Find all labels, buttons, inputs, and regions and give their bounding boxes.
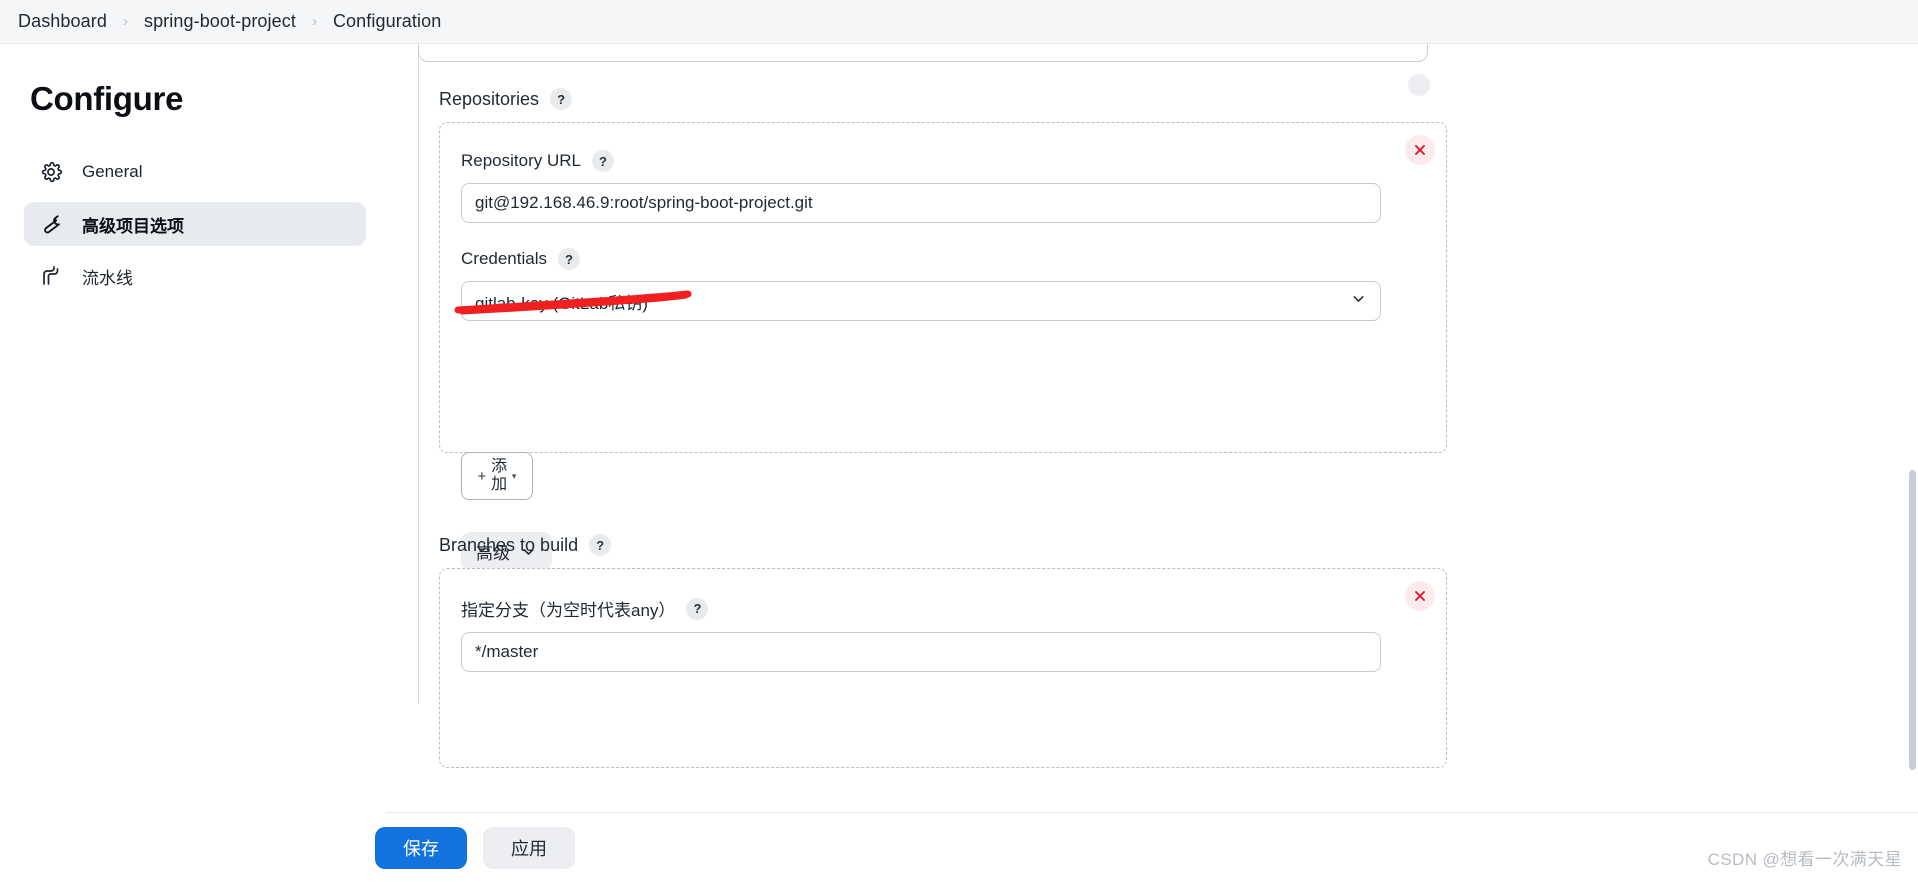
sidebar-item-general[interactable]: General <box>24 150 366 194</box>
branch-specifier-label: 指定分支（为空时代表any） <box>461 596 675 621</box>
branch-block: 指定分支（为空时代表any） ? <box>439 568 1447 768</box>
breadcrumb-separator-icon: › <box>300 13 329 30</box>
breadcrumb-item-configuration[interactable]: Configuration <box>329 11 445 32</box>
add-credentials-label-line2: 加 <box>490 477 508 494</box>
sidebar-item-advanced-project-options[interactable]: 高级项目选项 <box>24 202 366 246</box>
watermark: CSDN @想看一次满天星 <box>1708 845 1902 870</box>
branch-specifier-input[interactable] <box>461 632 1381 672</box>
help-icon[interactable]: ? <box>558 248 580 270</box>
main-content: Repositories ? Repository URL ? <box>386 44 1918 882</box>
branch-specifier-label-row: 指定分支（为空时代表any） ? <box>461 596 1381 621</box>
previous-section-partial <box>418 44 1428 62</box>
repository-url-label: Repository URL <box>461 151 581 171</box>
branches-label: Branches to build <box>439 535 578 556</box>
credentials-field: Credentials ? gitlab-key (GitLab私钥) <box>461 248 1381 321</box>
add-credentials-label-line1: 添 <box>490 459 508 476</box>
breadcrumb-item-dashboard[interactable]: Dashboard <box>14 11 111 32</box>
repository-url-input[interactable] <box>461 183 1381 223</box>
repository-url-field: Repository URL ? <box>461 150 1381 223</box>
repositories-section-header: Repositories ? <box>439 88 572 110</box>
delete-branch-button[interactable] <box>1405 581 1435 611</box>
sidebar-item-label: General <box>82 162 142 182</box>
repository-block: Repository URL ? Credentials ? gitlab-ke… <box>439 122 1447 453</box>
wrench-icon <box>38 211 64 237</box>
gear-icon <box>38 159 64 185</box>
help-icon[interactable]: ? <box>589 534 611 556</box>
add-credentials-button[interactable]: + 添 加 ▾ <box>461 452 533 500</box>
repositories-label: Repositories <box>439 89 539 110</box>
help-icon[interactable]: ? <box>592 150 614 172</box>
branch-specifier-field: 指定分支（为空时代表any） ? <box>461 596 1381 672</box>
save-label: 保存 <box>403 835 439 861</box>
plus-icon: + <box>478 468 487 485</box>
page-title: Configure <box>30 80 366 118</box>
sidebar-item-pipeline[interactable]: 流水线 <box>24 254 366 298</box>
credentials-selected-value: gitlab-key (GitLab私钥) <box>475 289 648 314</box>
credentials-select[interactable]: gitlab-key (GitLab私钥) <box>461 281 1381 321</box>
credentials-label: Credentials <box>461 249 547 269</box>
jenkins-configuration-page: Dashboard › spring-boot-project › Config… <box>0 0 1918 882</box>
branches-section-header: Branches to build ? <box>439 534 611 556</box>
chevron-down-icon <box>1350 290 1367 312</box>
credentials-label-row: Credentials ? <box>461 248 1381 270</box>
breadcrumb-separator-icon: › <box>111 13 140 30</box>
sidebar-item-label: 流水线 <box>82 264 133 289</box>
apply-button[interactable]: 应用 <box>483 827 575 869</box>
previous-section-help-badge <box>1408 74 1430 96</box>
breadcrumb: Dashboard › spring-boot-project › Config… <box>0 0 1918 44</box>
repository-url-label-row: Repository URL ? <box>461 150 1381 172</box>
vertical-scrollbar-thumb[interactable] <box>1909 470 1916 770</box>
delete-repository-button[interactable] <box>1405 135 1435 165</box>
help-icon[interactable]: ? <box>550 88 572 110</box>
breadcrumb-item-project[interactable]: spring-boot-project <box>140 11 300 32</box>
content-divider <box>418 44 419 704</box>
caret-down-icon: ▾ <box>512 471 517 482</box>
apply-label: 应用 <box>511 835 547 861</box>
pipeline-icon <box>38 263 64 289</box>
sidebar: Configure General 高级项目选项 <box>0 44 386 882</box>
help-icon[interactable]: ? <box>686 598 708 620</box>
sidebar-item-label: 高级项目选项 <box>82 212 184 237</box>
save-button[interactable]: 保存 <box>375 827 467 869</box>
form-footer: 保存 应用 <box>386 812 1918 882</box>
